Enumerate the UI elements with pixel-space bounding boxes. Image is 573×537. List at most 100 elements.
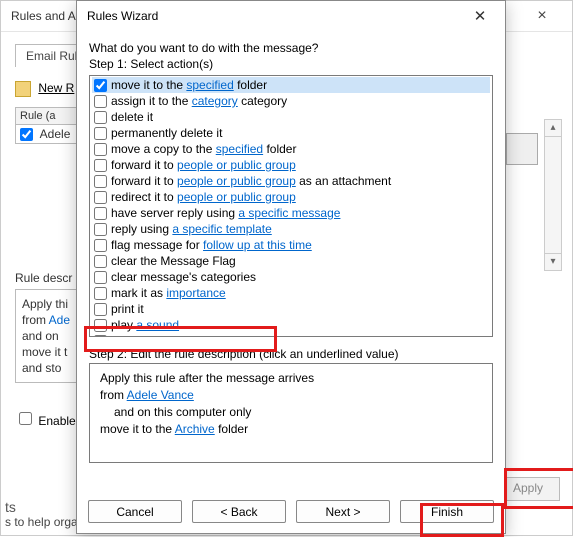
action-label: forward it to people or public group [111, 157, 296, 173]
enable-checkbox[interactable] [19, 412, 32, 425]
action-label: delete it [111, 109, 153, 125]
rules-table-header: Rule (a [16, 108, 76, 125]
action-link[interactable]: a sound [136, 318, 179, 332]
rule-description-box: Apply thi from Ade and on move it t and … [15, 289, 84, 383]
action-label: reply using a specific template [111, 221, 272, 237]
action-label: have server reply using a specific messa… [111, 205, 340, 221]
finish-button[interactable]: Finish [400, 500, 494, 523]
action-link[interactable]: people or public group [177, 174, 296, 188]
desc-line: and on this computer only [100, 404, 482, 421]
action-link[interactable]: a specific template [172, 222, 271, 236]
desc-line: move it to the Archive folder [100, 421, 482, 438]
action-checkbox[interactable] [94, 143, 107, 156]
action-checkbox[interactable] [94, 159, 107, 172]
wizard-title: Rules Wizard [87, 9, 465, 23]
action-checkbox[interactable] [94, 223, 107, 236]
action-row[interactable]: redirect it to people or public group [92, 189, 490, 205]
rule-enabled-checkbox[interactable] [20, 128, 33, 141]
table-row[interactable]: Adele [16, 125, 76, 143]
action-row[interactable]: print it [92, 301, 490, 317]
rule-description-label: Rule descr Apply thi from Ade and on mov… [15, 271, 84, 383]
bg-close-icon[interactable]: × [522, 1, 562, 31]
action-label: move a copy to the specified folder [111, 141, 296, 157]
wizard-buttons: Cancel < Back Next > Finish [77, 500, 505, 523]
action-checkbox[interactable] [94, 207, 107, 220]
action-row[interactable]: mark it as read [92, 333, 490, 337]
action-checkbox[interactable] [94, 239, 107, 252]
action-row[interactable]: play a sound [92, 317, 490, 333]
scroll-down-icon[interactable]: ▾ [545, 253, 561, 270]
action-checkbox[interactable] [94, 335, 107, 338]
action-label: mark it as read [111, 333, 190, 337]
action-link[interactable]: importance [166, 286, 225, 300]
action-row[interactable]: forward it to people or public group [92, 157, 490, 173]
action-row[interactable]: mark it as importance [92, 285, 490, 301]
bg-footer: ts s to help orga [5, 499, 78, 529]
action-row[interactable]: move it to the specified folder [92, 77, 490, 93]
wizard-question: What do you want to do with the message? [89, 41, 493, 55]
action-checkbox[interactable] [94, 271, 107, 284]
action-link[interactable]: people or public group [177, 158, 296, 172]
scroll-up-icon[interactable]: ▴ [545, 120, 561, 137]
action-row[interactable]: delete it [92, 109, 490, 125]
folder-value-link[interactable]: Archive [175, 422, 215, 436]
action-label: redirect it to people or public group [111, 189, 296, 205]
actions-list-box: move it to the specified folderassign it… [89, 75, 493, 337]
wizard-titlebar: Rules Wizard ✕ [77, 1, 505, 31]
action-label: move it to the specified folder [111, 77, 267, 93]
action-row[interactable]: forward it to people or public group as … [92, 173, 490, 189]
cancel-button[interactable]: Cancel [88, 500, 182, 523]
desc-line: Apply this rule after the message arrive… [100, 370, 482, 387]
action-checkbox[interactable] [94, 79, 107, 92]
action-checkbox[interactable] [94, 255, 107, 268]
action-row[interactable]: move a copy to the specified folder [92, 141, 490, 157]
action-label: print it [111, 301, 144, 317]
action-label: assign it to the category category [111, 93, 287, 109]
action-label: clear the Message Flag [111, 253, 236, 269]
action-link[interactable]: specified [216, 142, 263, 156]
action-checkbox[interactable] [94, 175, 107, 188]
action-link[interactable]: category [192, 94, 238, 108]
back-button[interactable]: < Back [192, 500, 286, 523]
rules-wizard-dialog: Rules Wizard ✕ What do you want to do wi… [76, 0, 506, 534]
new-rule-icon [15, 81, 31, 97]
bg-scrollbar[interactable]: ▴ ▾ [544, 119, 562, 271]
action-label: forward it to people or public group as … [111, 173, 391, 189]
action-link[interactable]: specified [186, 78, 233, 92]
action-row[interactable]: flag message for follow up at this time [92, 237, 490, 253]
new-rule-label: New R [38, 81, 74, 95]
rules-table: Rule (a Adele [15, 107, 77, 144]
action-checkbox[interactable] [94, 287, 107, 300]
action-row[interactable]: have server reply using a specific messa… [92, 205, 490, 221]
action-checkbox[interactable] [94, 111, 107, 124]
action-row[interactable]: clear the Message Flag [92, 253, 490, 269]
step2-label: Step 2: Edit the rule description (click… [89, 347, 493, 361]
action-checkbox[interactable] [94, 191, 107, 204]
from-value-link[interactable]: Adele Vance [127, 388, 194, 402]
action-label: flag message for follow up at this time [111, 237, 312, 253]
action-link[interactable]: people or public group [177, 190, 296, 204]
from-link[interactable]: Ade [49, 313, 70, 327]
enable-rules-checkbox[interactable]: Enable [15, 409, 76, 428]
action-row[interactable]: reply using a specific template [92, 221, 490, 237]
action-row[interactable]: assign it to the category category [92, 93, 490, 109]
rule-preview-icon [506, 133, 538, 165]
action-label: play a sound [111, 317, 179, 333]
action-checkbox[interactable] [94, 127, 107, 140]
desc-line: from Adele Vance [100, 387, 482, 404]
action-row[interactable]: permanently delete it [92, 125, 490, 141]
rule-description-editor: Apply this rule after the message arrive… [89, 363, 493, 463]
action-label: permanently delete it [111, 125, 222, 141]
action-link[interactable]: a specific message [238, 206, 340, 220]
action-label: clear message's categories [111, 269, 256, 285]
action-label: mark it as importance [111, 285, 226, 301]
action-checkbox[interactable] [94, 303, 107, 316]
enable-label: Enable [38, 414, 75, 428]
next-button[interactable]: Next > [296, 500, 390, 523]
close-icon[interactable]: ✕ [465, 7, 495, 25]
action-checkbox[interactable] [94, 95, 107, 108]
action-row[interactable]: clear message's categories [92, 269, 490, 285]
action-link[interactable]: follow up at this time [203, 238, 312, 252]
action-checkbox[interactable] [94, 319, 107, 332]
step1-label: Step 1: Select action(s) [89, 57, 493, 71]
